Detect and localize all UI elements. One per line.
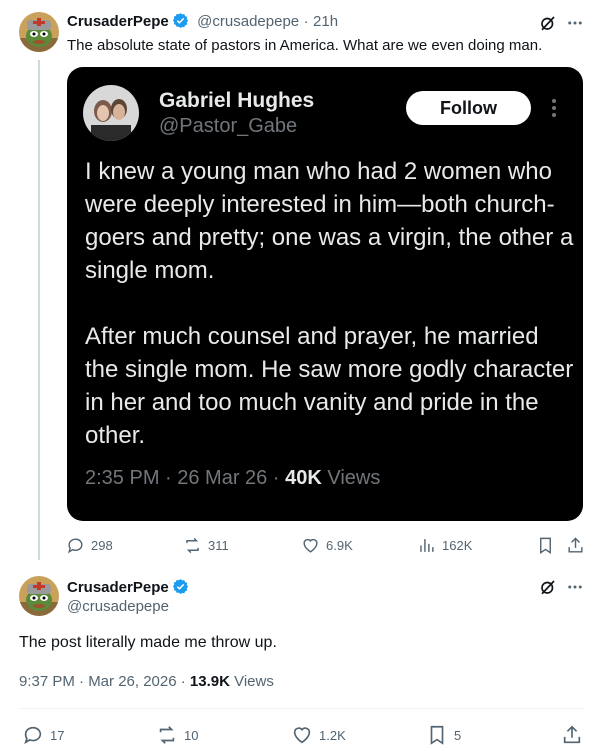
- grok-icon[interactable]: [539, 578, 557, 596]
- reply-icon: [67, 538, 83, 554]
- pepe-crusader-avatar-icon: [19, 12, 59, 52]
- embed-author-handle: @Pastor_Gabe: [159, 115, 298, 137]
- grok-icon[interactable]: [539, 14, 557, 32]
- reply-views-count: 13.9K: [189, 673, 230, 690]
- embed-meta-time: 2:35 PM · 26 Mar 26 ·: [85, 467, 286, 489]
- embed-meta: 2:35 PM · 26 Mar 26 · 40K Views: [85, 467, 380, 490]
- reply-button[interactable]: 298: [66, 536, 113, 555]
- embed-author-name: Gabriel Hughes: [159, 89, 315, 112]
- embedded-image[interactable]: Gabriel Hughes @Pastor_Gabe Follow I kne…: [67, 67, 583, 521]
- embed-paragraph-2: After much counsel and prayer, he marrie…: [85, 323, 574, 449]
- reply-repost-count: 10: [184, 727, 199, 743]
- author-handle[interactable]: @crusadepepe: [197, 13, 299, 30]
- avatar[interactable]: [19, 12, 59, 52]
- post-text: The absolute state of pastors in America…: [67, 37, 543, 54]
- thread-line: [38, 60, 40, 560]
- verified-badge-icon: [172, 13, 188, 28]
- reply-meta-time[interactable]: 9:37 PM · Mar 26, 2026 ·: [19, 673, 190, 690]
- couple-photo-icon: [83, 85, 139, 141]
- heart-icon: [293, 727, 311, 744]
- post-time[interactable]: 21h: [313, 13, 338, 30]
- reply-count: 298: [91, 538, 113, 553]
- embed-body: I knew a young man who had 2 women who w…: [85, 155, 575, 485]
- share-icon[interactable]: [561, 724, 583, 746]
- reply-text: The post literally made me throw up.: [19, 634, 277, 651]
- reply-like-button[interactable]: 1.2K: [291, 724, 346, 746]
- reply-repost-button[interactable]: 10: [156, 724, 198, 746]
- embed-avatar: [83, 85, 139, 141]
- author-name[interactable]: CrusaderPepe: [67, 13, 169, 30]
- reply-bookmark-button[interactable]: 5: [426, 724, 461, 746]
- repost-icon: [159, 726, 175, 744]
- verified-badge-icon: [172, 579, 188, 594]
- embed-views-label: Views: [321, 467, 381, 489]
- reply-reply-button[interactable]: 17: [22, 724, 64, 746]
- like-button[interactable]: 6.9K: [301, 536, 353, 555]
- share-icon[interactable]: [566, 536, 585, 555]
- reply-author-name[interactable]: CrusaderPepe: [67, 579, 169, 596]
- embed-views-count: 40K: [285, 467, 322, 489]
- reply-views-label: Views: [229, 673, 274, 690]
- reply-icon: [24, 726, 42, 745]
- embed-paragraph-1: I knew a young man who had 2 women who w…: [85, 158, 574, 284]
- reply-meta: 9:37 PM · Mar 26, 2026 · 13.9K Views: [19, 673, 274, 690]
- post-header: CrusaderPepe @crusadepepe · 21h: [67, 12, 338, 31]
- like-count: 6.9K: [326, 538, 353, 553]
- reply-bookmark-count: 5: [454, 727, 462, 743]
- separator: ·: [303, 13, 309, 30]
- reply-author-handle[interactable]: @crusadepepe: [67, 598, 169, 615]
- bookmark-icon[interactable]: [536, 536, 555, 555]
- pepe-crusader-avatar-icon: [19, 576, 59, 616]
- repost-button[interactable]: 311: [183, 536, 229, 555]
- heart-icon: [303, 538, 318, 553]
- views-icon: [420, 539, 434, 552]
- more-options-icon[interactable]: [566, 578, 584, 596]
- reply-like-count: 1.2K: [319, 727, 346, 743]
- divider: [19, 708, 585, 709]
- reply-avatar[interactable]: [19, 576, 59, 616]
- views-button[interactable]: 162K: [417, 536, 472, 555]
- reply-reply-count: 17: [50, 727, 65, 743]
- embed-more-icon: [552, 99, 556, 117]
- bookmark-icon: [430, 725, 444, 745]
- embed-follow-button: Follow: [406, 91, 531, 125]
- views-count: 162K: [442, 538, 473, 553]
- repost-count[interactable]: 311: [208, 538, 229, 553]
- repost-icon: [186, 537, 199, 554]
- more-options-icon[interactable]: [566, 14, 584, 32]
- reply-author-row: CrusaderPepe: [67, 578, 189, 597]
